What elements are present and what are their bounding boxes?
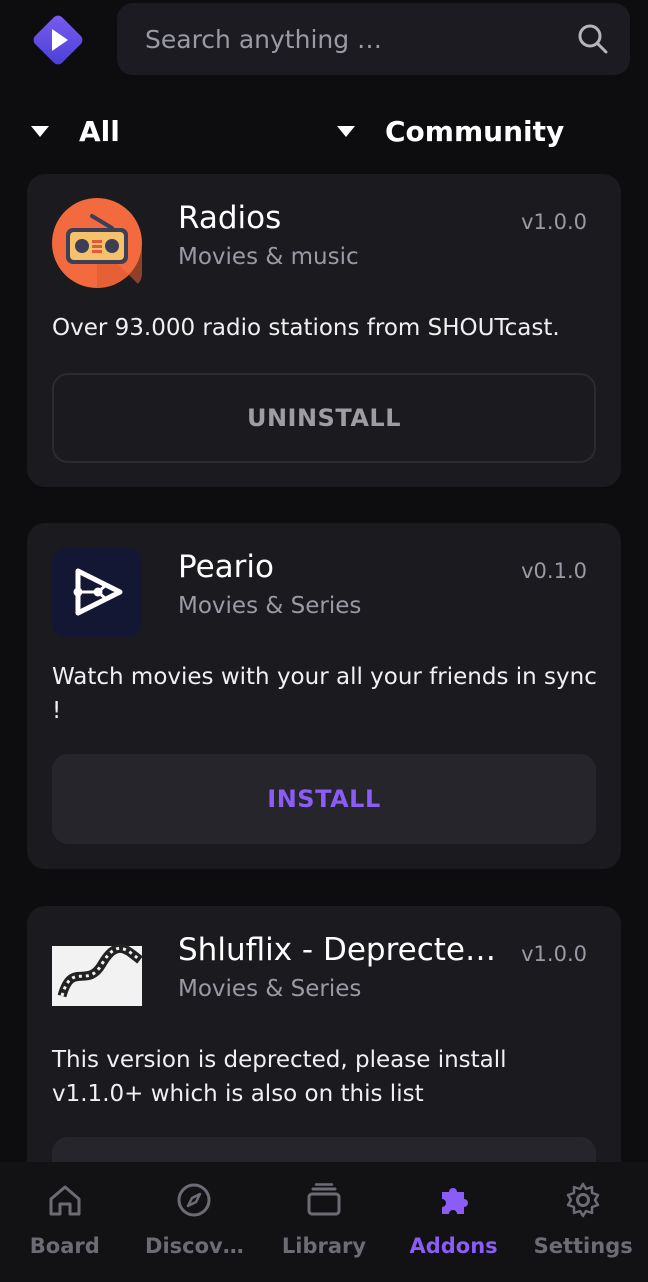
library-icon [307, 1183, 341, 1216]
nav-item-addons[interactable]: Addons [389, 1162, 519, 1258]
nav-label: Library [281, 1234, 367, 1258]
addon-name: Radios [178, 200, 282, 236]
addon-description: Over 93.000 radio stations from SHOUTcas… [52, 315, 560, 341]
addon-card-peario[interactable]: Peario Movies & Series v0.1.0 Watch movi… [27, 523, 621, 869]
nav-label: Settings [533, 1234, 633, 1258]
addon-category: Movies & music [178, 244, 359, 270]
stremio-logo-icon[interactable] [26, 8, 90, 72]
nav-label: Board [29, 1234, 100, 1258]
search-icon[interactable] [576, 22, 610, 56]
gear-icon [566, 1182, 600, 1218]
addon-name: Shluflix - Deprecte… [178, 932, 496, 968]
share-play-icon [52, 547, 142, 637]
caret-down-icon [337, 125, 355, 137]
puzzle-icon [441, 1188, 468, 1214]
addons-screen: All Community Radios Movies & music v1.0 [0, 0, 648, 1282]
addon-description: This version is deprected, please instal… [52, 1047, 507, 1107]
addon-category: Movies & Series [178, 593, 362, 619]
uninstall-button[interactable]: UNINSTALL [52, 373, 596, 463]
nav-item-discover[interactable]: Discov… [130, 1162, 260, 1258]
nav-label: Addons [409, 1234, 498, 1258]
filter-source-dropdown[interactable]: Community [337, 108, 564, 154]
addon-description: Watch movies with your all your friends … [52, 664, 597, 724]
addon-version: v1.0.0 [521, 210, 587, 234]
search-bar[interactable] [117, 3, 630, 75]
nav-item-board[interactable]: Board [0, 1162, 130, 1258]
addon-category: Movies & Series [178, 976, 362, 1002]
caret-down-icon [31, 125, 49, 137]
search-input[interactable] [145, 24, 576, 54]
film-strip-icon [52, 930, 142, 1020]
compass-icon [177, 1183, 211, 1217]
addon-card-radios[interactable]: Radios Movies & music v1.0.0 Over 93.000… [27, 174, 621, 487]
addon-name: Peario [178, 549, 274, 585]
radio-icon [52, 198, 142, 288]
nav-item-library[interactable]: Library [259, 1162, 389, 1258]
addon-version: v0.1.0 [521, 559, 587, 583]
home-icon [49, 1185, 81, 1216]
install-button[interactable]: INSTALL [52, 754, 596, 844]
filter-type-dropdown[interactable]: All [31, 108, 120, 154]
filter-source-label: Community [385, 114, 565, 148]
filter-type-label: All [79, 114, 120, 148]
addon-version: v1.0.0 [521, 942, 587, 966]
addon-card-shluflix[interactable]: Shluflix - Deprecte… Movies & Series v1.… [27, 906, 621, 1227]
nav-label: Discov… [145, 1234, 244, 1258]
bottom-navigation: Board Discov… Library Addons Settings [0, 1162, 648, 1282]
nav-item-settings[interactable]: Settings [518, 1162, 648, 1258]
